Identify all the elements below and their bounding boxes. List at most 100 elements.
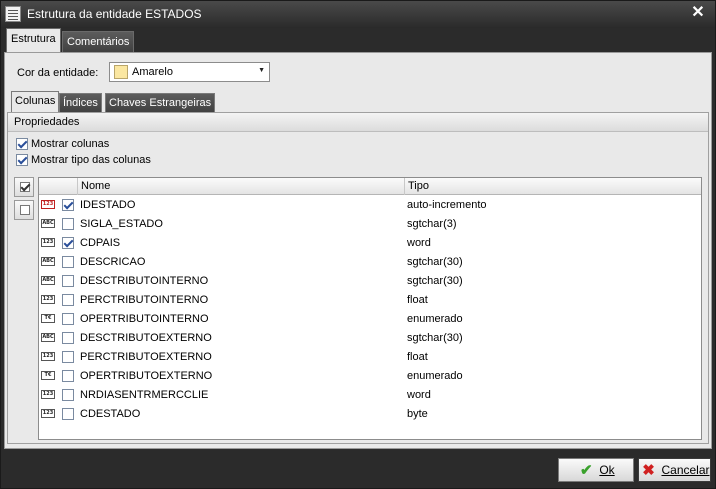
column-type-icon: 123 xyxy=(41,409,55,418)
checkbox-checked-icon[interactable] xyxy=(16,138,28,150)
column-type-cell: byte xyxy=(407,408,428,420)
column-header-tipo[interactable]: Tipo xyxy=(404,178,701,195)
tab-chaves-estrangeiras[interactable]: Chaves Estrangeiras xyxy=(105,93,216,113)
column-type-cell: enumerado xyxy=(407,313,463,325)
ok-button-label: Ok xyxy=(599,463,615,477)
row-checkbox[interactable] xyxy=(62,218,74,230)
check-all-icon xyxy=(20,182,30,192)
table-row[interactable]: 123 NRDIASENTRMERCCLIE word xyxy=(39,386,701,405)
column-type-cell: word xyxy=(407,237,431,249)
column-type-icon: T€ xyxy=(41,314,55,323)
title-bar: Estrutura da entidade ESTADOS ✕ xyxy=(1,1,715,28)
check-all-button[interactable] xyxy=(14,177,34,197)
column-type-cell: float xyxy=(407,351,428,363)
dialog-client: Estrutura Comentários Cor da entidade: A… xyxy=(4,28,712,449)
column-type-icon: 123 xyxy=(41,295,55,304)
close-icon[interactable]: ✕ xyxy=(689,4,707,22)
column-type-icon: 123 xyxy=(41,390,55,399)
column-name-cell: PERCTRIBUTOEXTERNO xyxy=(80,351,212,363)
estrutura-page: Cor da entidade: Amarelo ▼ Colunas Índic… xyxy=(4,52,712,449)
table-row[interactable]: 123 PERCTRIBUTOINTERNO float xyxy=(39,291,701,310)
column-name-cell: IDESTADO xyxy=(80,199,136,211)
row-checkbox[interactable] xyxy=(62,294,74,306)
column-type-icon: 123 xyxy=(41,200,55,209)
inner-tab-strip: Colunas Índices Chaves Estrangeiras xyxy=(9,91,709,113)
column-name-cell: DESCRICAO xyxy=(80,256,146,268)
row-checkbox[interactable] xyxy=(62,332,74,344)
column-type-icon: ABC xyxy=(41,257,55,266)
column-type-cell: sgtchar(3) xyxy=(407,218,457,230)
mostrar-tipo-label: Mostrar tipo das colunas xyxy=(31,154,151,166)
column-name-cell: DESCTRIBUTOEXTERNO xyxy=(80,332,212,344)
checkmark-icon: ✔ xyxy=(580,462,593,479)
checkbox-checked-icon[interactable] xyxy=(16,154,28,166)
column-name-cell: DESCTRIBUTOINTERNO xyxy=(80,275,209,287)
top-tab-strip: Estrutura Comentários xyxy=(4,28,712,52)
table-structure-icon xyxy=(5,6,21,22)
column-type-icon: ABC xyxy=(41,219,55,228)
row-checkbox[interactable] xyxy=(62,199,74,211)
column-type-cell: auto-incremento xyxy=(407,199,487,211)
mostrar-tipo-checkbox[interactable]: Mostrar tipo das colunas xyxy=(16,153,151,167)
uncheck-all-icon xyxy=(20,205,30,215)
cor-entidade-value: Amarelo xyxy=(132,66,173,78)
column-name-cell: SIGLA_ESTADO xyxy=(80,218,163,230)
table-row[interactable]: 123 PERCTRIBUTOEXTERNO float xyxy=(39,348,701,367)
column-type-icon: 123 xyxy=(41,238,55,247)
column-name-cell: NRDIASENTRMERCCLIE xyxy=(80,389,209,401)
table-row[interactable]: T€ OPERTRIBUTOINTERNO enumerado xyxy=(39,310,701,329)
table-row[interactable]: 123 CDPAIS word xyxy=(39,234,701,253)
propriedades-header: Propriedades xyxy=(8,113,708,132)
row-checkbox[interactable] xyxy=(62,313,74,325)
row-checkbox[interactable] xyxy=(62,256,74,268)
table-row[interactable]: ABC DESCRICAO sgtchar(30) xyxy=(39,253,701,272)
table-row[interactable]: T€ OPERTRIBUTOEXTERNO enumerado xyxy=(39,367,701,386)
tab-indices[interactable]: Índices xyxy=(59,93,102,113)
color-swatch-icon xyxy=(114,65,128,79)
table-row[interactable]: 123 IDESTADO auto-incremento xyxy=(39,196,701,215)
column-type-cell: float xyxy=(407,294,428,306)
column-name-cell: OPERTRIBUTOEXTERNO xyxy=(80,370,213,382)
column-type-icon: ABC xyxy=(41,333,55,342)
row-checkbox[interactable] xyxy=(62,389,74,401)
row-checkbox[interactable] xyxy=(62,351,74,363)
row-checkbox[interactable] xyxy=(62,237,74,249)
cancel-button-label: Cancelar xyxy=(661,463,710,477)
column-header-nome[interactable]: Nome xyxy=(77,178,404,195)
column-type-cell: sgtchar(30) xyxy=(407,275,463,287)
dialog-window: Estrutura da entidade ESTADOS ✕ Estrutur… xyxy=(0,0,716,489)
x-icon: ✖ xyxy=(642,462,655,479)
table-row[interactable]: ABC SIGLA_ESTADO sgtchar(3) xyxy=(39,215,701,234)
uncheck-all-button[interactable] xyxy=(14,200,34,220)
dropdown-arrow-icon[interactable]: ▼ xyxy=(258,67,265,74)
cancel-button[interactable]: ✖ Cancelar xyxy=(638,458,711,482)
mostrar-colunas-label: Mostrar colunas xyxy=(31,138,110,150)
table-row[interactable]: ABC DESCTRIBUTOEXTERNO sgtchar(30) xyxy=(39,329,701,348)
tab-colunas[interactable]: Colunas xyxy=(11,91,60,113)
column-type-icon: ABC xyxy=(41,276,55,285)
row-checkbox[interactable] xyxy=(62,370,74,382)
column-name-cell: CDPAIS xyxy=(80,237,121,249)
column-name-cell: PERCTRIBUTOINTERNO xyxy=(80,294,209,306)
cor-entidade-dropdown[interactable]: Amarelo ▼ xyxy=(109,62,270,82)
column-type-cell: sgtchar(30) xyxy=(407,256,463,268)
tab-comentarios[interactable]: Comentários xyxy=(62,31,135,52)
columns-grid: Nome Tipo 123 IDESTADO auto-incremento ABC S… xyxy=(38,177,702,440)
column-name-cell: OPERTRIBUTOINTERNO xyxy=(80,313,209,325)
column-type-icon: T€ xyxy=(41,371,55,380)
tab-estrutura[interactable]: Estrutura xyxy=(6,28,61,52)
mostrar-colunas-checkbox[interactable]: Mostrar colunas xyxy=(16,137,109,151)
cor-entidade-label: Cor da entidade: xyxy=(17,67,99,79)
column-type-cell: sgtchar(30) xyxy=(407,332,463,344)
table-row[interactable]: ABC DESCTRIBUTOINTERNO sgtchar(30) xyxy=(39,272,701,291)
column-type-cell: word xyxy=(407,389,431,401)
row-checkbox[interactable] xyxy=(62,275,74,287)
grid-header: Nome Tipo xyxy=(39,178,701,195)
propriedades-panel: Propriedades Mostrar colunas Mostrar tip… xyxy=(7,112,709,444)
table-row[interactable]: 123 CDESTADO byte xyxy=(39,405,701,424)
column-type-icon: 123 xyxy=(41,352,55,361)
window-title: Estrutura da entidade ESTADOS xyxy=(27,7,202,21)
ok-button[interactable]: ✔ Ok xyxy=(558,458,634,482)
column-name-cell: CDESTADO xyxy=(80,408,141,420)
row-checkbox[interactable] xyxy=(62,408,74,420)
